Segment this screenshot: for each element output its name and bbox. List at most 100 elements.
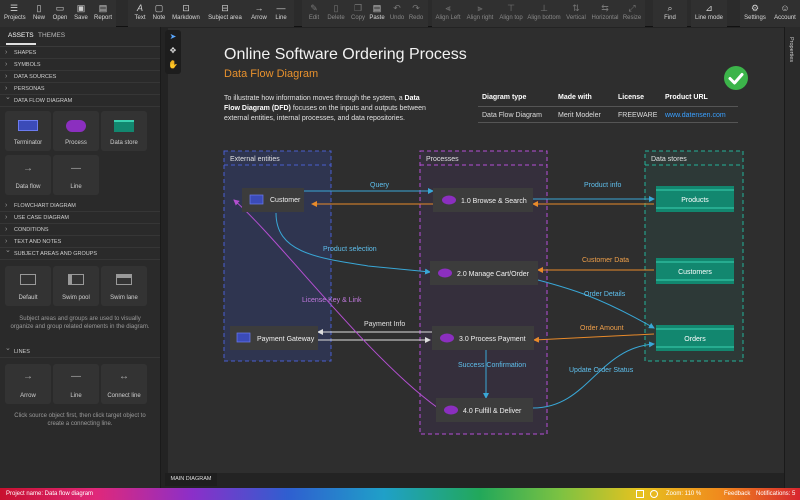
properties-rail[interactable]: Properties	[784, 27, 800, 488]
save-button[interactable]: ▣ Save	[71, 2, 91, 26]
line-mode-toolbar-group: ⊿ Line mode	[691, 0, 727, 27]
terminator-tile[interactable]: Terminator	[5, 111, 51, 151]
process-tile[interactable]: Process	[53, 111, 99, 151]
undo-button[interactable]: ↶ Undo	[389, 2, 405, 26]
horizontal-button[interactable]: ⇆ Horizontal	[590, 2, 620, 26]
zoom-icon[interactable]	[650, 490, 658, 498]
data-store-tile[interactable]: Data store	[101, 111, 147, 151]
markdown-button[interactable]: ⊡ Markdown	[170, 2, 202, 26]
projects-button[interactable]: ☰ Projects	[4, 2, 26, 26]
copy-button[interactable]: ❐ Copy	[350, 2, 366, 26]
paste-button[interactable]: ▤ Paste	[369, 2, 385, 26]
user-icon: ☺	[780, 3, 790, 13]
section-shapes[interactable]: SHAPES	[0, 47, 160, 59]
arrow-line-tile[interactable]: → Arrow	[5, 364, 51, 404]
process-payment[interactable]: 3.0 Process Payment	[432, 326, 534, 350]
store-label: Orders	[684, 336, 706, 343]
align-left-button[interactable]: ⫷ Align Left	[434, 2, 462, 26]
resize-button[interactable]: ⤢ Resize	[622, 2, 642, 26]
status-bar: Project name: Data flow diagram Zoom: 11…	[0, 488, 800, 500]
arrow-icon: →	[254, 3, 264, 13]
tab-assets[interactable]: ASSETS	[6, 32, 36, 45]
vertical-button[interactable]: ⇅ Vertical	[564, 2, 588, 26]
section-use-case[interactable]: USE CASE DIAGRAM	[0, 212, 160, 224]
line-tile[interactable]: — Line	[53, 155, 99, 195]
flow-order-details-line[interactable]	[537, 279, 655, 329]
hand-icon[interactable]: ✋	[165, 58, 181, 72]
align-top-button[interactable]: ⊤ Align top	[498, 2, 524, 26]
process-shape-icon	[442, 195, 456, 205]
data-flow-tile[interactable]: → Data flow	[5, 155, 51, 195]
fit-icon[interactable]	[636, 490, 644, 498]
align-bottom-button[interactable]: ⊥ Align bottom	[526, 2, 562, 26]
section-subject-areas[interactable]: SUBJECT AREAS AND GROUPS	[0, 245, 160, 260]
assets-panel: ASSETS THEMES SHAPES SYMBOLS DATA SOURCE…	[0, 27, 161, 488]
section-data-flow-diagram[interactable]: DATA FLOW DIAGRAM	[0, 92, 160, 107]
line-shape-icon: —	[71, 163, 81, 174]
process-manage-cart[interactable]: 2.0 Manage Cart/Order	[430, 261, 538, 285]
note-button[interactable]: ▢ Note	[151, 2, 167, 26]
settings-button[interactable]: ⚙ Settings	[743, 2, 767, 26]
tab-main-diagram[interactable]: MAIN DIAGRAM	[165, 473, 217, 486]
plain-line-tile[interactable]: — Line	[53, 364, 99, 404]
arrow-button[interactable]: → Arrow	[248, 2, 270, 26]
subject-area-button[interactable]: ⊟ Subject area	[205, 2, 245, 26]
store-orders[interactable]: Orders	[656, 325, 734, 351]
find-toolbar-group: ⌕ Find	[653, 0, 687, 27]
entity-customer[interactable]: Customer	[242, 188, 304, 212]
diagram-canvas[interactable]: Online Software Ordering Process Data Fl…	[168, 28, 784, 473]
align-right-button[interactable]: ⫸ Align right	[466, 2, 494, 26]
dfd-diagram: External entities Processes Data stores	[223, 150, 744, 435]
group-label: External entities	[230, 156, 280, 163]
line-mode-button[interactable]: ⊿ Line mode	[693, 2, 725, 26]
entity-payment-gateway[interactable]: Payment Gateway	[230, 326, 318, 350]
zoom-level[interactable]: Zoom: 110 %	[666, 488, 701, 500]
feedback-link[interactable]: Feedback	[724, 488, 750, 500]
section-lines[interactable]: LINES	[0, 343, 160, 358]
open-button[interactable]: ▭ Open	[50, 2, 70, 26]
find-button[interactable]: ⌕ Find	[661, 2, 679, 26]
gear-icon: ⚙	[750, 3, 760, 13]
tab-themes[interactable]: THEMES	[38, 32, 65, 39]
report-button[interactable]: ▤ Report	[92, 2, 114, 26]
edit-button[interactable]: ✎ Edit	[306, 2, 322, 26]
store-products[interactable]: Products	[656, 186, 734, 212]
flow-update-status-line[interactable]	[532, 341, 655, 409]
file-toolbar-group: ☰ Projects ▯ New ▭ Open ▣ Save ▤ Report	[0, 0, 116, 27]
new-doc-icon: ▯	[36, 3, 42, 13]
account-button[interactable]: ☺ Account	[772, 2, 798, 26]
new-button[interactable]: ▯ New	[29, 2, 49, 26]
section-flowchart[interactable]: FLOWCHART DIAGRAM	[0, 200, 160, 212]
move-icon[interactable]: ✥	[165, 44, 181, 58]
process-fulfill-deliver[interactable]: 4.0 Fulfill & Deliver	[436, 398, 533, 422]
process-label: 2.0 Manage Cart/Order	[457, 271, 530, 278]
section-symbols[interactable]: SYMBOLS	[0, 59, 160, 71]
line-button[interactable]: — Line	[272, 2, 290, 26]
copy-icon: ❐	[353, 3, 363, 13]
section-text-notes[interactable]: TEXT AND NOTES	[0, 236, 160, 248]
process-browse-search[interactable]: 1.0 Browse & Search	[433, 188, 533, 212]
section-data-sources[interactable]: DATA SOURCES	[0, 71, 160, 83]
insert-toolbar-group: A Text ▢ Note ⊡ Markdown ⊟ Subject area → Arr…	[128, 0, 294, 27]
area-default-icon	[20, 274, 36, 285]
store-customers[interactable]: Customers	[656, 258, 734, 284]
swim-lane-tile[interactable]: Swim lane	[101, 266, 147, 306]
section-conditions[interactable]: CONDITIONS	[0, 224, 160, 236]
section-personas[interactable]: PERSONAS	[0, 83, 160, 95]
process-label: 3.0 Process Payment	[459, 336, 526, 343]
group-label: Processes	[426, 156, 459, 163]
delete-button[interactable]: ▯ Delete	[326, 2, 346, 26]
redo-button[interactable]: ↷ Redo	[408, 2, 424, 26]
connect-line-tile[interactable]: ↔ Connect line	[101, 364, 147, 404]
pointer-icon[interactable]: ➤	[165, 30, 181, 44]
swim-pool-tile[interactable]: Swim pool	[53, 266, 99, 306]
search-icon: ⌕	[667, 3, 673, 13]
text-button[interactable]: A Text	[132, 2, 148, 26]
line-icon: —	[276, 3, 286, 13]
subject-area-icon: ⊟	[221, 3, 229, 13]
align-bottom-icon: ⊥	[540, 3, 548, 13]
notifications-count[interactable]: Notifications: 5	[756, 488, 795, 500]
default-area-tile[interactable]: Default	[5, 266, 51, 306]
flow-order-amount-line[interactable]	[533, 333, 655, 343]
swim-lane-icon	[116, 274, 132, 285]
